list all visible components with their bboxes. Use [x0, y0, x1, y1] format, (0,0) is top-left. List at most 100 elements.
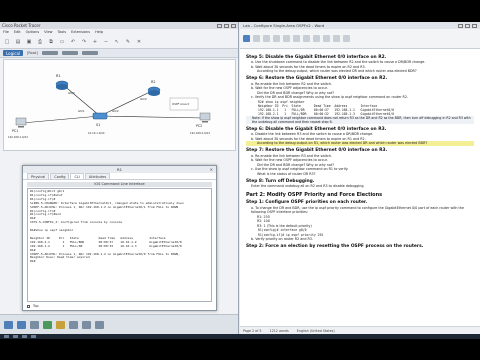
open-folder-icon[interactable]: ▤: [14, 38, 22, 46]
router-r1-icon[interactable]: [55, 80, 69, 90]
switches-category-icon[interactable]: [17, 320, 26, 329]
set-tiled-background-button[interactable]: [81, 51, 98, 55]
s1-left-port-label: G0/1: [78, 109, 85, 113]
tab-config[interactable]: Config: [50, 173, 70, 179]
redo-icon[interactable]: ↷: [80, 38, 88, 46]
cli-terminal[interactable]: R1(config)#int g0/1 R1(config-if)#shut R…: [27, 188, 212, 302]
doc-maximize-icon[interactable]: [465, 23, 470, 28]
zoom-in-icon[interactable]: +: [91, 38, 99, 46]
dialog-title-bar[interactable]: R1 ✕: [23, 166, 216, 173]
switch-s1-icon[interactable]: [92, 112, 108, 120]
new-file-icon[interactable]: □: [3, 38, 11, 46]
tab-attributes[interactable]: Attributes: [84, 173, 111, 179]
delete-icon[interactable]: ✕: [135, 38, 143, 46]
select-icon[interactable]: ↖: [113, 38, 121, 46]
topology-canvas[interactable]: R1 R2 S1 PC1 PC2 G0/0 G0/0 G0/1 G0/2 192…: [3, 59, 236, 151]
doc-minimize-icon[interactable]: [458, 23, 463, 28]
dialog-close-icon[interactable]: ✕: [210, 167, 213, 172]
language-indicator[interactable]: English (United States): [297, 329, 335, 333]
security-category-icon[interactable]: [82, 320, 91, 329]
paste-icon[interactable]: ▭: [58, 38, 66, 46]
copy-icon[interactable]: ⧉: [47, 38, 55, 46]
dialog-title: R1: [116, 167, 123, 172]
italic-icon[interactable]: [273, 35, 280, 42]
menu-help[interactable]: Help: [95, 30, 103, 34]
dialog-footer: Top: [27, 304, 39, 308]
pc2-label: PC2: [196, 124, 202, 128]
r2-interface-label: G0/0: [140, 97, 147, 101]
menu-tools[interactable]: Tools: [57, 30, 66, 34]
lan-network-label: 10.10.1.0/24: [88, 131, 105, 135]
document-page[interactable]: Step 5: Disable the Gigabit Ethernet 0/0…: [242, 49, 480, 326]
r2-network-label: 192.168.2.0/24: [190, 131, 210, 135]
end-devices-category-icon[interactable]: [69, 320, 78, 329]
s1-label: S1: [96, 123, 100, 127]
pc2-icon[interactable]: [199, 112, 211, 123]
wan-emulation-category-icon[interactable]: [95, 320, 104, 329]
document-title-bar: Lab - Configure Single-Area OSPFv2 - Wor…: [240, 22, 480, 29]
taskbar-app-icon[interactable]: [31, 335, 36, 338]
dialog-tab-strip: Physical Config CLI Attributes: [23, 173, 216, 180]
menu-file[interactable]: File: [3, 30, 9, 34]
step-line: b. Verify priority on router R2 and R3.: [251, 236, 313, 241]
routers-category-icon[interactable]: [4, 320, 13, 329]
note-block: Note: If the show ip ospf neighbor comma…: [246, 115, 474, 125]
menu-extensions[interactable]: Extensions: [71, 30, 90, 34]
paste-icon[interactable]: [253, 35, 260, 42]
tab-physical[interactable]: Physical: [27, 173, 50, 179]
connections-category-icon[interactable]: [56, 320, 65, 329]
document-title: Lab - Configure Single-Area OSPFv2 - Wor…: [243, 23, 325, 28]
numbering-icon[interactable]: [313, 35, 320, 42]
find-icon[interactable]: [343, 35, 350, 42]
maximize-icon[interactable]: [224, 23, 229, 28]
page-indicator[interactable]: Page 2 of 5: [243, 329, 262, 333]
wireless-category-icon[interactable]: [43, 320, 52, 329]
bold-icon[interactable]: [263, 35, 270, 42]
bullets-icon[interactable]: [303, 35, 310, 42]
zoom-out-icon[interactable]: −: [102, 38, 110, 46]
underline-icon[interactable]: [283, 35, 290, 42]
r1-interface-label: G0/0: [68, 91, 75, 95]
taskbar-app-icon[interactable]: [13, 335, 18, 338]
r1-network-label: 192.168.1.0/24: [8, 135, 28, 139]
simulator-toolbar: □ ▤ ▣ ⎙ ⧉ ▭ ↶ ↷ + − ↖ ✎ ✕: [0, 35, 238, 49]
word-count[interactable]: 1212 words: [270, 329, 289, 333]
styles-icon[interactable]: [333, 35, 340, 42]
new-cluster-button[interactable]: [41, 51, 58, 55]
hubs-category-icon[interactable]: [30, 320, 39, 329]
logical-tab[interactable]: Logical: [3, 50, 24, 56]
save-icon[interactable]: ▣: [25, 38, 33, 46]
r1-label: R1: [56, 74, 61, 78]
note-icon[interactable]: ✎: [124, 38, 132, 46]
taskbar: [0, 334, 480, 339]
tab-cli[interactable]: CLI: [70, 173, 84, 179]
minimize-icon[interactable]: [217, 23, 222, 28]
root-breadcrumb[interactable]: [Root]: [27, 51, 38, 55]
menu-edit[interactable]: Edit: [14, 30, 21, 34]
file-tab-icon[interactable]: [243, 35, 250, 42]
link-pc1-s1: [21, 115, 101, 124]
device-type-strip: [0, 314, 238, 334]
doc-close-icon[interactable]: [472, 23, 477, 28]
device-config-dialog: R1 ✕ Physical Config CLI Attributes IOS …: [22, 165, 217, 311]
link-s1-pc2: [99, 115, 205, 119]
step-line: Enter the command undebug all on R2 and …: [251, 184, 365, 189]
top-checkbox[interactable]: [27, 304, 30, 308]
undo-icon[interactable]: ↶: [69, 38, 77, 46]
step-line: What is the status of router DR R3?: [257, 171, 316, 176]
start-icon[interactable]: [4, 335, 9, 338]
font-color-icon[interactable]: [293, 35, 300, 42]
pc1-icon[interactable]: [15, 117, 27, 128]
align-left-icon[interactable]: [323, 35, 330, 42]
close-icon[interactable]: [231, 23, 236, 28]
router-r2-icon[interactable]: [147, 86, 161, 96]
document-window: Lab - Configure Single-Area OSPFv2 - Wor…: [240, 22, 480, 334]
print-icon[interactable]: ⎙: [36, 38, 44, 46]
menu-view[interactable]: View: [44, 30, 52, 34]
menu-options[interactable]: Options: [26, 30, 40, 34]
taskbar-app-icon[interactable]: [22, 335, 27, 338]
topology-note-text: OSPF Area 0: [172, 102, 189, 106]
workspace-navigation: Logical [Root]: [0, 49, 238, 58]
move-object-button[interactable]: [61, 51, 78, 55]
link-s1-r2: [99, 89, 155, 117]
